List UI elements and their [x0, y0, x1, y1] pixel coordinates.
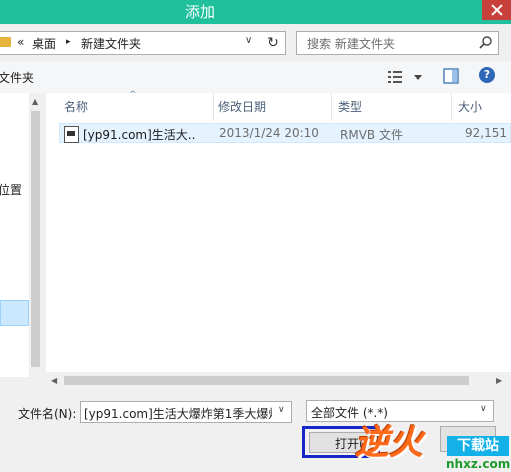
- nav-item-location[interactable]: 位置: [0, 181, 22, 198]
- column-header-size[interactable]: 大小: [452, 93, 511, 121]
- folder-icon: [0, 37, 11, 47]
- breadcrumb-overflow[interactable]: «: [17, 35, 24, 49]
- column-header-date[interactable]: 修改日期: [212, 93, 332, 121]
- navigation-pane: 位置: [0, 93, 30, 377]
- nav-scrollbar[interactable]: ▲ ▼: [29, 93, 42, 384]
- filename-label: 文件名(N):: [18, 407, 77, 421]
- address-bar[interactable]: « 桌面 ▸ 新建文件夹 ∨: [0, 31, 286, 55]
- dialog-footer: 文件名(N): [yp91.com]生活大爆炸第1季大爆炸 ∨ 全部文件 (*.…: [0, 389, 511, 472]
- column-header-type[interactable]: 类型: [332, 93, 452, 121]
- nav-item-selected[interactable]: [0, 300, 29, 326]
- watermark-url: nhxz.com: [446, 457, 511, 471]
- file-type: RMVB 文件: [340, 128, 403, 142]
- filename-field[interactable]: [yp91.com]生活大爆炸第1季大爆炸 ∨: [80, 401, 292, 423]
- close-icon[interactable]: [482, 0, 511, 20]
- dialog-body: « 桌面 ▸ 新建文件夹 ∨ ↻ 搜索 新建文件夹 文件夹 ? 位置 ▲ ^ 名…: [0, 24, 511, 472]
- search-placeholder: 搜索 新建文件夹: [307, 37, 395, 51]
- table-row[interactable]: [yp91.com]生活大... 2013/1/24 20:10 RMVB 文件…: [59, 123, 511, 143]
- horizontal-scroll-thumb[interactable]: [64, 376, 469, 385]
- breadcrumb-new-folder[interactable]: 新建文件夹: [81, 35, 141, 52]
- file-modified: 2013/1/24 20:10: [219, 126, 319, 140]
- scroll-right-icon[interactable]: ▶: [496, 376, 502, 385]
- breadcrumb-separator-icon[interactable]: ▸: [66, 37, 71, 47]
- file-list: ^ 名称 修改日期 类型 大小 [yp91.com]生活大... 2013/1/…: [46, 90, 511, 384]
- new-folder-label[interactable]: 文件夹: [0, 69, 34, 86]
- file-name: [yp91.com]生活大...: [83, 128, 195, 142]
- toolbar: 文件夹 ?: [0, 61, 511, 93]
- file-size: 92,151 K: [465, 126, 511, 140]
- help-icon[interactable]: ?: [479, 67, 495, 83]
- column-header-name[interactable]: 名称: [58, 93, 214, 121]
- nav-scroll-thumb[interactable]: [31, 111, 40, 367]
- title-bar: 添加: [0, 0, 511, 24]
- watermark-logo: 逆火: [355, 423, 423, 463]
- file-type-dropdown-icon[interactable]: ∨: [480, 404, 487, 414]
- window-title: 添加: [185, 3, 216, 21]
- refresh-button[interactable]: ↻: [262, 33, 284, 53]
- view-options-icon[interactable]: [388, 68, 428, 86]
- video-file-icon: [64, 126, 79, 143]
- horizontal-scrollbar[interactable]: ◀ ▶: [30, 372, 511, 389]
- preview-pane-icon[interactable]: [443, 68, 459, 84]
- search-input[interactable]: 搜索 新建文件夹: [296, 31, 499, 55]
- scroll-left-icon[interactable]: ◀: [51, 376, 57, 385]
- scroll-up-icon[interactable]: ▲: [32, 97, 38, 106]
- filename-value: [yp91.com]生活大爆炸第1季大爆炸: [84, 407, 272, 421]
- filename-dropdown-icon[interactable]: ∨: [278, 405, 285, 415]
- breadcrumb-desktop[interactable]: 桌面: [32, 35, 56, 52]
- address-dropdown-icon[interactable]: ∨: [245, 35, 252, 46]
- watermark-badge: 下载站: [447, 436, 509, 456]
- search-icon[interactable]: [478, 35, 494, 51]
